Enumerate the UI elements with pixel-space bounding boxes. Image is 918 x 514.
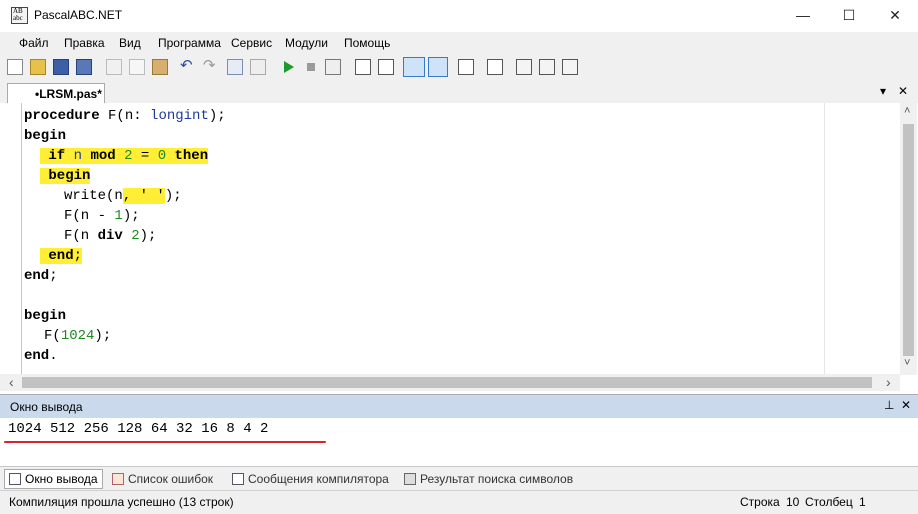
status-message: Компиляция прошла успешно (13 строк): [9, 495, 234, 509]
highlight-block: begin: [40, 168, 91, 184]
compiler-messages-icon: [232, 473, 244, 485]
code-editor[interactable]: procedure F(n: longint); begin if n mod …: [0, 103, 918, 375]
scroll-down-icon[interactable]: ˅: [904, 357, 910, 369]
save-icon[interactable]: [53, 59, 69, 75]
menu-view[interactable]: Вид: [119, 36, 141, 50]
bottom-tab-bar: Окно вывода Список ошибок Сообщения комп…: [0, 466, 918, 490]
code-line: if n mod 2 = 0 then: [40, 146, 209, 166]
form-icon[interactable]: [487, 59, 503, 75]
code-line: procedure F(n: longint);: [24, 108, 226, 124]
menu-edit[interactable]: Правка: [64, 36, 105, 50]
gutter-divider: [21, 103, 22, 375]
editor-tab-bar: •LRSM.pas* ▾ ✕: [0, 81, 918, 104]
menu-bar: Файл Правка Вид Программа Сервис Модули …: [0, 32, 918, 54]
maximize-button[interactable]: ☐: [826, 0, 872, 30]
red-underline-mark: [4, 441, 326, 443]
scroll-left-icon[interactable]: ‹: [9, 374, 14, 390]
tab-output-window[interactable]: Окно вывода: [4, 469, 103, 489]
scroll-up-icon[interactable]: ˄: [904, 105, 910, 117]
program-output: 1024 512 256 128 64 32 16 8 4 2: [8, 421, 269, 437]
open-file-icon[interactable]: [30, 59, 46, 75]
tab-list-dropdown-icon[interactable]: ▾: [880, 84, 886, 98]
menu-help[interactable]: Помощь: [344, 36, 390, 50]
tab-error-list[interactable]: Список ошибок: [112, 470, 213, 488]
terminal-icon[interactable]: [428, 57, 448, 77]
code-line: F(n div 2);: [64, 228, 157, 244]
menu-service[interactable]: Сервис: [231, 36, 272, 50]
console-icon[interactable]: [403, 57, 425, 77]
code-line: F(n - 1);: [64, 208, 140, 224]
menu-modules[interactable]: Модули: [285, 36, 328, 50]
cursor-row: 10: [786, 495, 800, 509]
copy-icon[interactable]: [129, 59, 145, 75]
pin-icon[interactable]: ⊥: [884, 398, 894, 412]
toolbar: ↶ ↷: [0, 54, 918, 81]
app-icon: AB abc: [11, 7, 28, 24]
code-line: begin: [24, 308, 67, 324]
vertical-scroll-thumb[interactable]: [903, 124, 914, 356]
menu-program[interactable]: Программа: [158, 36, 221, 50]
error-list-icon: [112, 473, 124, 485]
horizontal-scroll-thumb[interactable]: [22, 377, 872, 388]
cut-icon[interactable]: [106, 59, 122, 75]
redo-icon[interactable]: ↷: [203, 58, 219, 75]
output-window-icon: [9, 473, 21, 485]
save-all-icon[interactable]: [76, 59, 92, 75]
title-bar: AB abc PascalABC.NET — ☐ ✕: [0, 0, 918, 32]
page-icon[interactable]: [458, 59, 474, 75]
search-results-icon: [404, 473, 416, 485]
debug-icon[interactable]: [516, 59, 532, 75]
cursor-column-label: Столбец: [805, 495, 853, 509]
window-title: PascalABC.NET: [34, 8, 123, 22]
run-icon[interactable]: [280, 59, 296, 75]
highlight-block: , ' ': [122, 188, 165, 204]
code-line: end.: [24, 348, 58, 364]
undo-icon[interactable]: ↶: [180, 58, 196, 75]
output-close-icon[interactable]: ✕: [901, 398, 911, 412]
highlight-block: if n mod 2 = 0 then: [40, 148, 209, 164]
navigate-forward-icon[interactable]: [250, 59, 266, 75]
step-into-icon[interactable]: [378, 59, 394, 75]
code-line: end;: [40, 246, 83, 266]
tab-compiler-messages[interactable]: Сообщения компилятора: [232, 470, 389, 488]
output-panel-header: Окно вывода ⊥ ✕: [0, 394, 918, 418]
scroll-right-icon[interactable]: ›: [886, 374, 891, 390]
tab-symbol-search-results[interactable]: Результат поиска символов: [404, 470, 573, 488]
locals-icon[interactable]: [562, 59, 578, 75]
menu-file[interactable]: Файл: [19, 36, 49, 50]
cursor-row-label: Строка: [740, 495, 780, 509]
step-over-icon[interactable]: [355, 59, 371, 75]
tab-close-icon[interactable]: ✕: [898, 84, 908, 98]
compile-icon[interactable]: [325, 59, 341, 75]
close-button[interactable]: ✕: [872, 0, 918, 30]
code-line: end;: [24, 268, 58, 284]
status-bar: Компиляция прошла успешно (13 строк) Стр…: [0, 490, 918, 514]
tab-lrsm[interactable]: •LRSM.pas*: [7, 83, 105, 103]
code-line: F(1024);: [44, 328, 112, 344]
minimize-button[interactable]: —: [780, 0, 826, 30]
code-line: begin: [24, 128, 67, 144]
cursor-column: 1: [859, 495, 866, 509]
stop-icon[interactable]: [303, 59, 319, 75]
code-line: write(n, ' ');: [64, 188, 182, 204]
highlight-block: end;: [40, 248, 83, 264]
navigate-back-icon[interactable]: [227, 59, 243, 75]
right-margin-line: [824, 103, 825, 375]
paste-icon[interactable]: [152, 59, 168, 75]
watch-icon[interactable]: [539, 59, 555, 75]
new-file-icon[interactable]: [7, 59, 23, 75]
code-line: begin: [40, 166, 91, 186]
output-panel-title: Окно вывода: [10, 400, 83, 414]
